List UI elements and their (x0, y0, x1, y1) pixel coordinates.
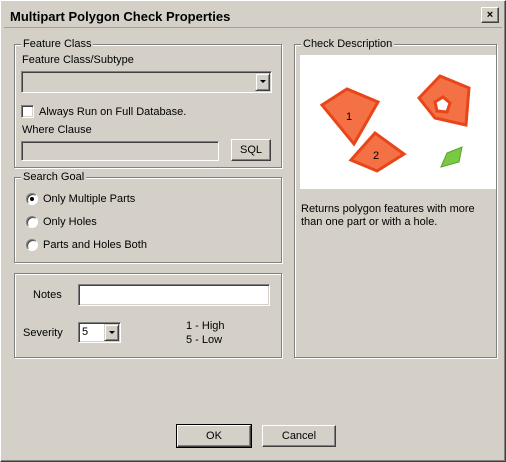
radio-only-multiple-parts[interactable] (26, 193, 38, 205)
severity-high-hint: 1 - High (186, 320, 225, 332)
always-run-checkbox[interactable] (21, 105, 34, 118)
feature-class-subtype-dropdown[interactable] (21, 71, 272, 93)
sql-button[interactable]: SQL (231, 139, 271, 161)
polygon-1-label: 1 (346, 111, 352, 123)
search-goal-group: Search Goal Only Multiple Parts Only Hol… (14, 170, 282, 263)
check-illustration: 1 2 (300, 55, 496, 189)
radio-parts-and-holes-label: Parts and Holes Both (43, 239, 147, 251)
cancel-button-label: Cancel (281, 430, 317, 442)
chevron-down-icon[interactable] (104, 324, 119, 341)
cancel-button[interactable]: Cancel (262, 425, 336, 447)
radio-only-holes-label: Only Holes (43, 216, 97, 228)
ok-button[interactable]: OK (176, 424, 252, 448)
title-bar: Multipart Polygon Check Properties × (4, 4, 502, 28)
radio-only-holes[interactable] (26, 216, 38, 228)
sql-button-label: SQL (239, 144, 262, 156)
notes-label: Notes (33, 289, 62, 301)
feature-class-subtype-label: Feature Class/Subtype (22, 54, 134, 66)
close-button[interactable]: × (481, 7, 499, 23)
feature-class-group: Feature Class Feature Class/Subtype Alwa… (14, 37, 282, 168)
dialog-window: Multipart Polygon Check Properties × Fea… (0, 0, 506, 462)
feature-class-legend: Feature Class (21, 37, 94, 51)
close-icon: × (486, 8, 494, 21)
radio-parts-and-holes[interactable] (26, 239, 38, 251)
check-description-group: Check Description 1 2 Returns polygon fe… (294, 37, 497, 358)
where-clause-label: Where Clause (22, 124, 92, 136)
severity-value: 5 (82, 326, 89, 338)
polygon-with-hole (417, 74, 471, 127)
chevron-down-icon[interactable] (255, 73, 270, 91)
ok-button-label: OK (206, 430, 222, 442)
search-goal-legend: Search Goal (21, 170, 87, 184)
severity-dropdown[interactable]: 5 (78, 322, 121, 343)
severity-label: Severity (23, 327, 63, 339)
notes-severity-group: Notes Severity 5 1 - High 5 - Low (14, 273, 282, 358)
multipart-polygon-illustration: 1 2 (319, 74, 471, 173)
notes-input[interactable] (78, 284, 270, 306)
severity-low-hint: 5 - Low (186, 334, 223, 346)
check-description-text: Returns polygon features with more than … (301, 203, 475, 228)
polygon-2-label: 2 (373, 150, 379, 162)
check-description-legend: Check Description (301, 37, 395, 51)
green-polygon (440, 146, 463, 168)
where-clause-field[interactable] (21, 141, 219, 161)
radio-only-multiple-parts-label: Only Multiple Parts (43, 193, 136, 205)
window-title: Multipart Polygon Check Properties (10, 9, 231, 24)
always-run-label: Always Run on Full Database. (39, 106, 187, 118)
